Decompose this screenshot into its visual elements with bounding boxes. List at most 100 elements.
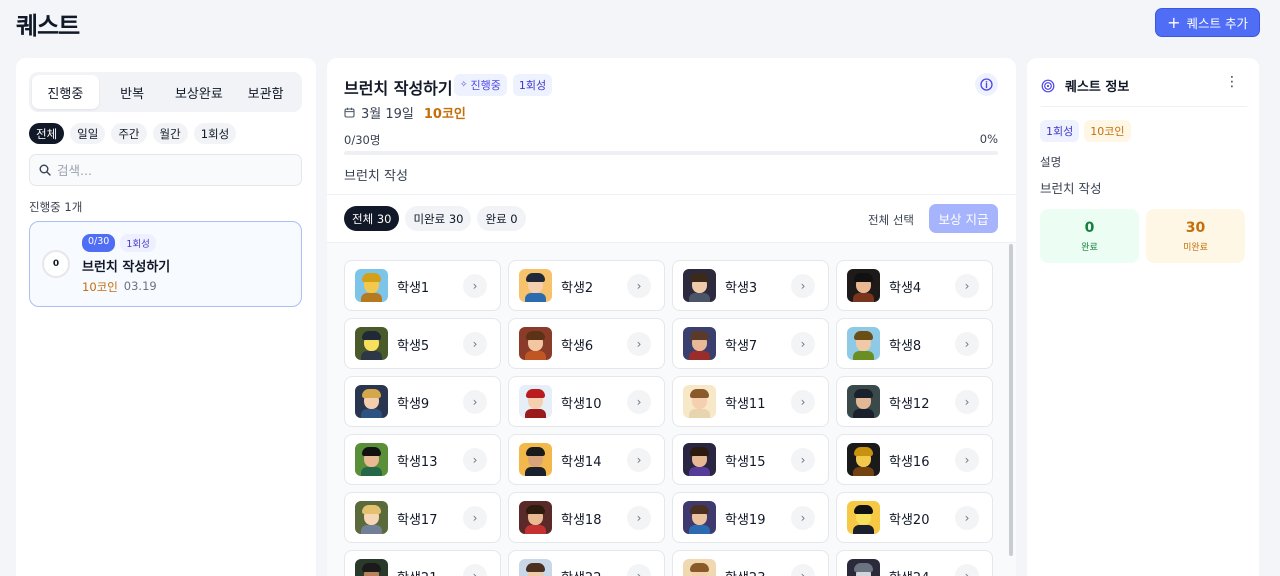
quest-card[interactable]: 0 0/30 1회성 브런치 작성하기 10코인 03.19 (29, 221, 302, 307)
add-quest-button[interactable]: + 퀘스트 추가 (1155, 8, 1260, 37)
student-card[interactable]: 학생6 › (508, 318, 665, 369)
student-card[interactable]: 학생7 › (672, 318, 829, 369)
tab-rewarded[interactable]: 보상완료 (166, 75, 233, 109)
avatar (683, 443, 716, 476)
filter-incomplete[interactable]: 미완료 30 (405, 206, 472, 231)
avatar-hair (362, 563, 381, 572)
select-all-button[interactable]: 전체 선택 (868, 212, 914, 228)
chevron-right-icon[interactable]: › (627, 448, 651, 472)
filter-complete[interactable]: 완료 0 (477, 206, 526, 231)
student-card[interactable]: 학생24 › (836, 550, 993, 576)
student-card[interactable]: 학생11 › (672, 376, 829, 427)
search-input[interactable] (57, 162, 287, 178)
completed-count: 0 (1084, 219, 1095, 236)
incomplete-label: 미완료 (1183, 242, 1208, 253)
quest-list-panel: 진행중 반복 보상완료 보관함 전체 일일 주간 월간 1회성 진행중 1개 0… (16, 58, 316, 576)
student-card[interactable]: 학생21 › (344, 550, 501, 576)
search-icon (39, 164, 51, 176)
avatar (355, 443, 388, 476)
filter-monthly[interactable]: 월간 (152, 123, 188, 144)
chevron-right-icon[interactable]: › (463, 448, 487, 472)
tab-archive[interactable]: 보관함 (232, 75, 299, 109)
chevron-right-icon[interactable]: › (791, 390, 815, 414)
chevron-right-icon[interactable]: › (791, 274, 815, 298)
chevron-right-icon[interactable]: › (791, 448, 815, 472)
avatar (847, 443, 880, 476)
avatar-body (689, 293, 710, 302)
avatar (847, 559, 880, 576)
chevron-right-icon[interactable]: › (627, 274, 651, 298)
student-name: 학생19 (725, 513, 766, 528)
student-card[interactable]: 학생4 › (836, 260, 993, 311)
student-card[interactable]: 학생16 › (836, 434, 993, 485)
student-card[interactable]: 학생10 › (508, 376, 665, 427)
filter-weekly[interactable]: 주간 (111, 123, 147, 144)
more-options-icon[interactable]: ⋮ (1225, 74, 1239, 90)
filter-once[interactable]: 1회성 (193, 123, 237, 144)
chevron-right-icon[interactable]: › (955, 332, 979, 356)
student-card[interactable]: 학생5 › (344, 318, 501, 369)
detail-title: 브런치 작성하기 (344, 79, 453, 98)
avatar-body (853, 409, 874, 418)
divider (1041, 106, 1247, 107)
detail-description: 브런치 작성 (344, 169, 408, 184)
student-card[interactable]: 학생3 › (672, 260, 829, 311)
chevron-right-icon[interactable]: › (463, 390, 487, 414)
chevron-right-icon[interactable]: › (791, 564, 815, 576)
type-badge: 1회성 (512, 74, 553, 96)
avatar-hair (526, 505, 545, 514)
filter-all[interactable]: 전체 (29, 123, 65, 144)
chevron-right-icon[interactable]: › (791, 332, 815, 356)
chevron-right-icon[interactable]: › (955, 274, 979, 298)
add-quest-label: 퀘스트 추가 (1186, 16, 1248, 31)
chevron-right-icon[interactable]: › (627, 506, 651, 530)
info-icon (980, 78, 993, 91)
tab-in-progress[interactable]: 진행중 (32, 75, 99, 109)
chevron-right-icon[interactable]: › (955, 564, 979, 576)
incomplete-stat: 30 미완료 (1146, 209, 1245, 263)
filter-daily[interactable]: 일일 (70, 123, 106, 144)
student-card[interactable]: 학생18 › (508, 492, 665, 543)
chevron-right-icon[interactable]: › (463, 564, 487, 576)
chevron-right-icon[interactable]: › (955, 390, 979, 414)
tab-repeat[interactable]: 반복 (99, 75, 166, 109)
chevron-right-icon[interactable]: › (463, 332, 487, 356)
progress-badge: 0/30 (82, 234, 116, 252)
avatar-hair (854, 447, 873, 456)
avatar (519, 443, 552, 476)
filter-all-students[interactable]: 전체 30 (344, 206, 400, 231)
description-text: 브런치 작성 (1040, 181, 1102, 196)
chevron-right-icon[interactable]: › (955, 448, 979, 472)
chevron-right-icon[interactable]: › (791, 506, 815, 530)
chevron-right-icon[interactable]: › (463, 274, 487, 298)
avatar-hair (854, 331, 873, 340)
student-card[interactable]: 학생15 › (672, 434, 829, 485)
chevron-right-icon[interactable]: › (627, 564, 651, 576)
avatar-body (361, 293, 382, 302)
student-card[interactable]: 학생20 › (836, 492, 993, 543)
avatar-hair (362, 447, 381, 456)
chevron-right-icon[interactable]: › (627, 332, 651, 356)
chevron-right-icon[interactable]: › (463, 506, 487, 530)
student-card[interactable]: 학생8 › (836, 318, 993, 369)
student-card[interactable]: 학생17 › (344, 492, 501, 543)
student-card[interactable]: 학생19 › (672, 492, 829, 543)
avatar-hair (362, 389, 381, 398)
student-card[interactable]: 학생22 › (508, 550, 665, 576)
chevron-right-icon[interactable]: › (955, 506, 979, 530)
chevron-right-icon[interactable]: › (627, 390, 651, 414)
student-card[interactable]: 학생12 › (836, 376, 993, 427)
avatar (519, 269, 552, 302)
student-name: 학생9 (397, 397, 430, 412)
student-card[interactable]: 학생1 › (344, 260, 501, 311)
give-reward-button[interactable]: 보상 지급 (929, 204, 998, 233)
avatar-body (525, 409, 546, 418)
avatar-hair (362, 331, 381, 340)
student-card[interactable]: 학생13 › (344, 434, 501, 485)
student-card[interactable]: 학생14 › (508, 434, 665, 485)
student-card[interactable]: 학생9 › (344, 376, 501, 427)
student-card[interactable]: 학생23 › (672, 550, 829, 576)
scrollbar[interactable] (1009, 244, 1013, 556)
student-card[interactable]: 학생2 › (508, 260, 665, 311)
info-button[interactable] (975, 73, 998, 96)
